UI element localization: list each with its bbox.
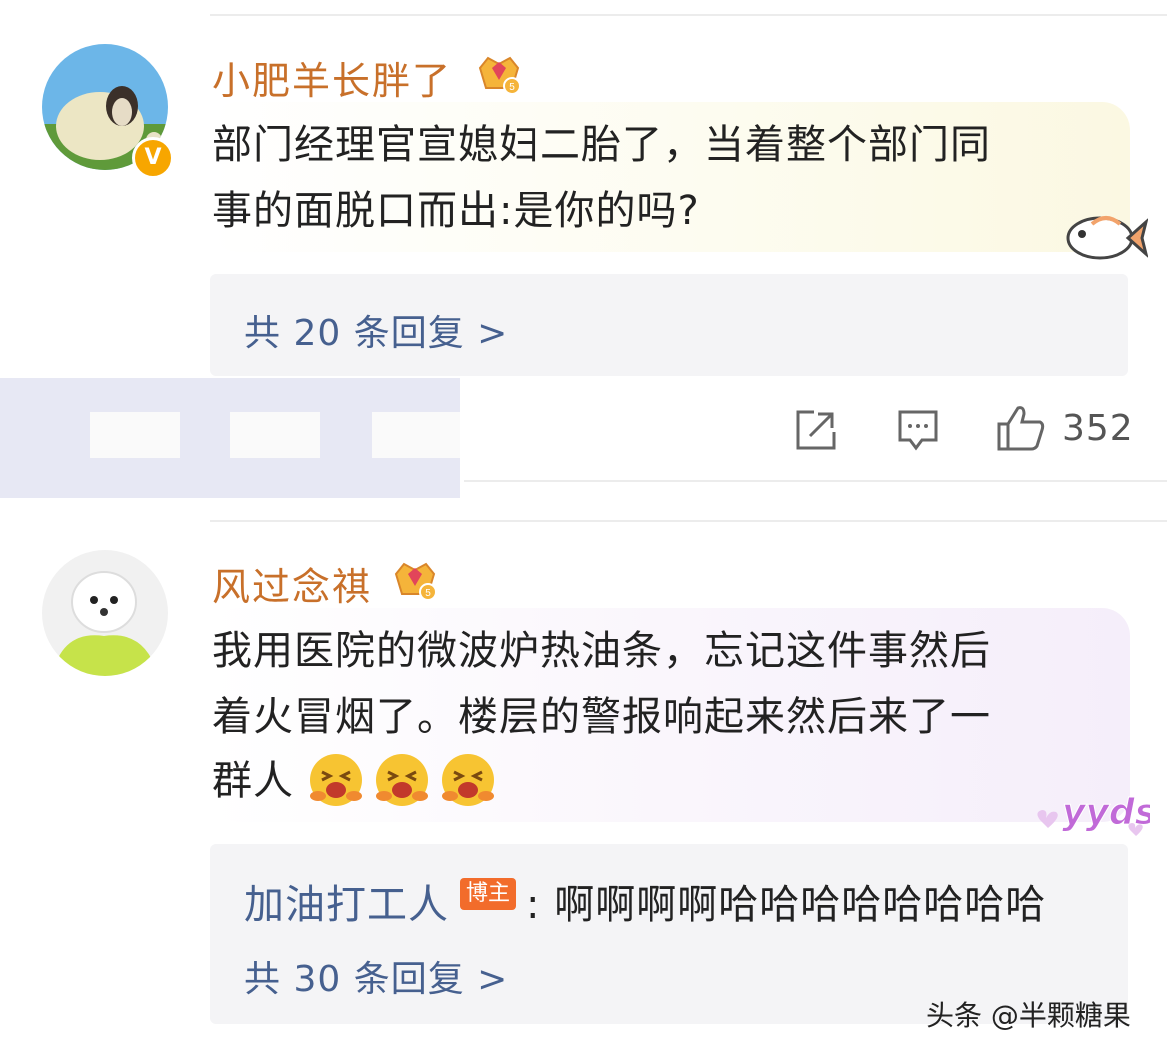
comment-text-line: 部门经理官宣媳妇二胎了，当着整个部门同: [212, 122, 991, 168]
yyds-sticker-icon: yyds: [1037, 792, 1150, 836]
comment-text-line: 群人: [212, 758, 294, 804]
watermark: 头条 @半颗糖果: [926, 999, 1131, 1032]
redacted-area: [0, 378, 460, 498]
comment-text-line: 我用医院的微波炉热油条，忘记这件事然后: [212, 628, 991, 674]
top-divider: [210, 14, 1167, 16]
comment-icon[interactable]: [896, 408, 940, 452]
crown-level: 5: [425, 588, 431, 599]
like-count: 352: [1062, 408, 1134, 449]
crown-icon: 5: [394, 562, 437, 601]
comment-text-line: 着火冒烟了。楼层的警报响起来然后来了一: [212, 694, 991, 740]
avatar[interactable]: [42, 550, 168, 676]
fish-sticker-icon: [1066, 216, 1148, 260]
thumbs-up-icon[interactable]: [996, 404, 1046, 452]
view-replies-link[interactable]: 共 30 条回复 >: [244, 950, 508, 1002]
reply-username[interactable]: 加油打工人: [244, 872, 449, 930]
username[interactable]: 小肥羊长胖了: [212, 50, 452, 105]
section-divider: [210, 520, 1167, 522]
crown-icon: 5: [478, 56, 521, 95]
section-divider: [464, 480, 1167, 482]
view-replies-link[interactable]: 共 20 条回复 >: [244, 304, 508, 356]
crying-laugh-emoji-icon: [442, 754, 494, 806]
share-icon[interactable]: [794, 408, 838, 452]
username[interactable]: 风过念祺: [212, 556, 372, 611]
reply-text: : 啊啊啊啊哈哈哈哈哈哈哈哈: [526, 882, 1047, 928]
crown-level: 5: [509, 82, 515, 93]
comment-text-line: 事的面脱口而出:是你的吗?: [212, 188, 700, 234]
crying-laugh-emoji-icon: [376, 754, 428, 806]
verified-badge: V: [132, 137, 174, 179]
author-badge: 博主: [460, 878, 516, 910]
crying-laugh-emoji-icon: [310, 754, 362, 806]
